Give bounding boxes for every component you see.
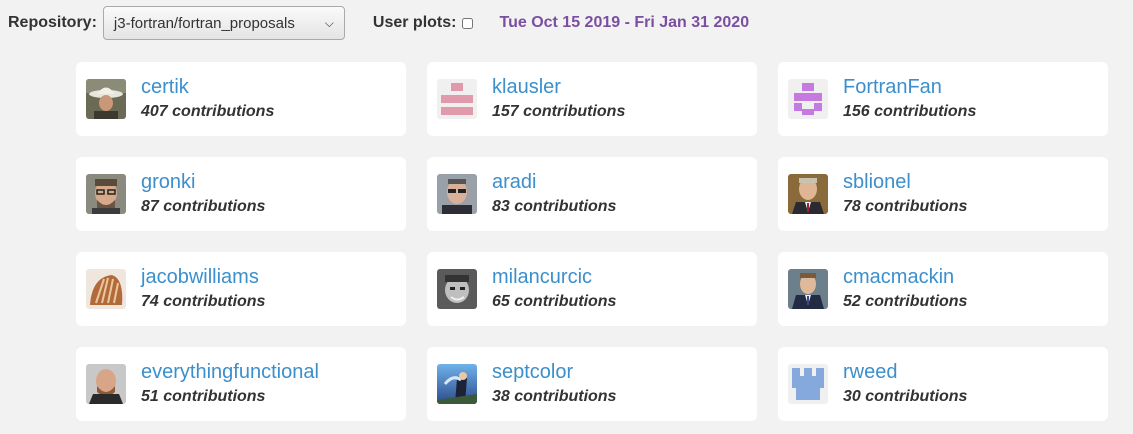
contributor-card: cmacmackin 52 contributions — [778, 252, 1108, 326]
avatar[interactable] — [788, 174, 828, 214]
contributions-count: 87 contributions — [141, 198, 266, 215]
username-link[interactable]: septcolor — [492, 360, 616, 384]
avatar[interactable] — [788, 79, 828, 119]
user-plots-toggle[interactable]: User plots: — [373, 14, 474, 32]
contributions-count: 38 contributions — [492, 388, 617, 405]
contributor-card: rweed 30 contributions — [778, 347, 1108, 421]
contributions-count: 407 contributions — [141, 103, 275, 120]
user-plots-label: User plots: — [372, 14, 457, 31]
contributor-card: certik 407 contributions — [76, 62, 406, 136]
contributions-count: 157 contributions — [492, 103, 626, 120]
contributor-card: septcolor 38 contributions — [427, 347, 757, 421]
avatar[interactable] — [86, 269, 126, 309]
username-link[interactable]: certik — [141, 75, 274, 99]
avatar[interactable] — [86, 79, 126, 119]
contributor-card: gronki 87 contributions — [76, 157, 406, 231]
repository-select[interactable]: j3-fortran/fortran_proposals ⌵ — [102, 6, 345, 40]
username-link[interactable]: klausler — [492, 75, 625, 99]
chevron-down-icon: ⌵ — [324, 15, 334, 30]
contributions-count: 65 contributions — [492, 293, 617, 310]
contributor-card: sblionel 78 contributions — [778, 157, 1108, 231]
avatar[interactable] — [437, 174, 477, 214]
contributions-count: 30 contributions — [843, 388, 968, 405]
contributions-count: 51 contributions — [141, 388, 266, 405]
contributor-card: milancurcic 65 contributions — [427, 252, 757, 326]
username-link[interactable]: jacobwilliams — [141, 265, 265, 289]
contributions-count: 78 contributions — [843, 198, 968, 215]
username-link[interactable]: sblionel — [843, 170, 967, 194]
contributions-count: 83 contributions — [492, 198, 617, 215]
toolbar: Repository: j3-fortran/fortran_proposals… — [8, 5, 749, 41]
avatar[interactable] — [788, 364, 828, 404]
contributions-count: 74 contributions — [141, 293, 266, 310]
username-link[interactable]: everythingfunctional — [141, 360, 319, 384]
avatar[interactable] — [86, 364, 126, 404]
avatar[interactable] — [788, 269, 828, 309]
username-link[interactable]: rweed — [843, 360, 967, 384]
repository-select-value: j3-fortran/fortran_proposals — [113, 14, 295, 32]
username-link[interactable]: aradi — [492, 170, 616, 194]
repository-label: Repository: — [8, 14, 97, 31]
avatar[interactable] — [437, 364, 477, 404]
date-range: Tue Oct 15 2019 - Fri Jan 31 2020 — [499, 14, 750, 31]
contributor-card: everythingfunctional 51 contributions — [76, 347, 406, 421]
contributions-count: 156 contributions — [843, 103, 977, 120]
user-plots-checkbox[interactable] — [462, 17, 474, 29]
contributor-card: klausler 157 contributions — [427, 62, 757, 136]
contributor-grid: certik 407 contributions klausler 157 co… — [76, 62, 1108, 421]
username-link[interactable]: cmacmackin — [843, 265, 967, 289]
username-link[interactable]: milancurcic — [492, 265, 616, 289]
contributor-card: FortranFan 156 contributions — [778, 62, 1108, 136]
contributions-count: 52 contributions — [843, 293, 968, 310]
avatar[interactable] — [437, 79, 477, 119]
username-link[interactable]: FortranFan — [843, 75, 976, 99]
contributor-card: jacobwilliams 74 contributions — [76, 252, 406, 326]
contributor-card: aradi 83 contributions — [427, 157, 757, 231]
username-link[interactable]: gronki — [141, 170, 265, 194]
avatar[interactable] — [86, 174, 126, 214]
avatar[interactable] — [437, 269, 477, 309]
